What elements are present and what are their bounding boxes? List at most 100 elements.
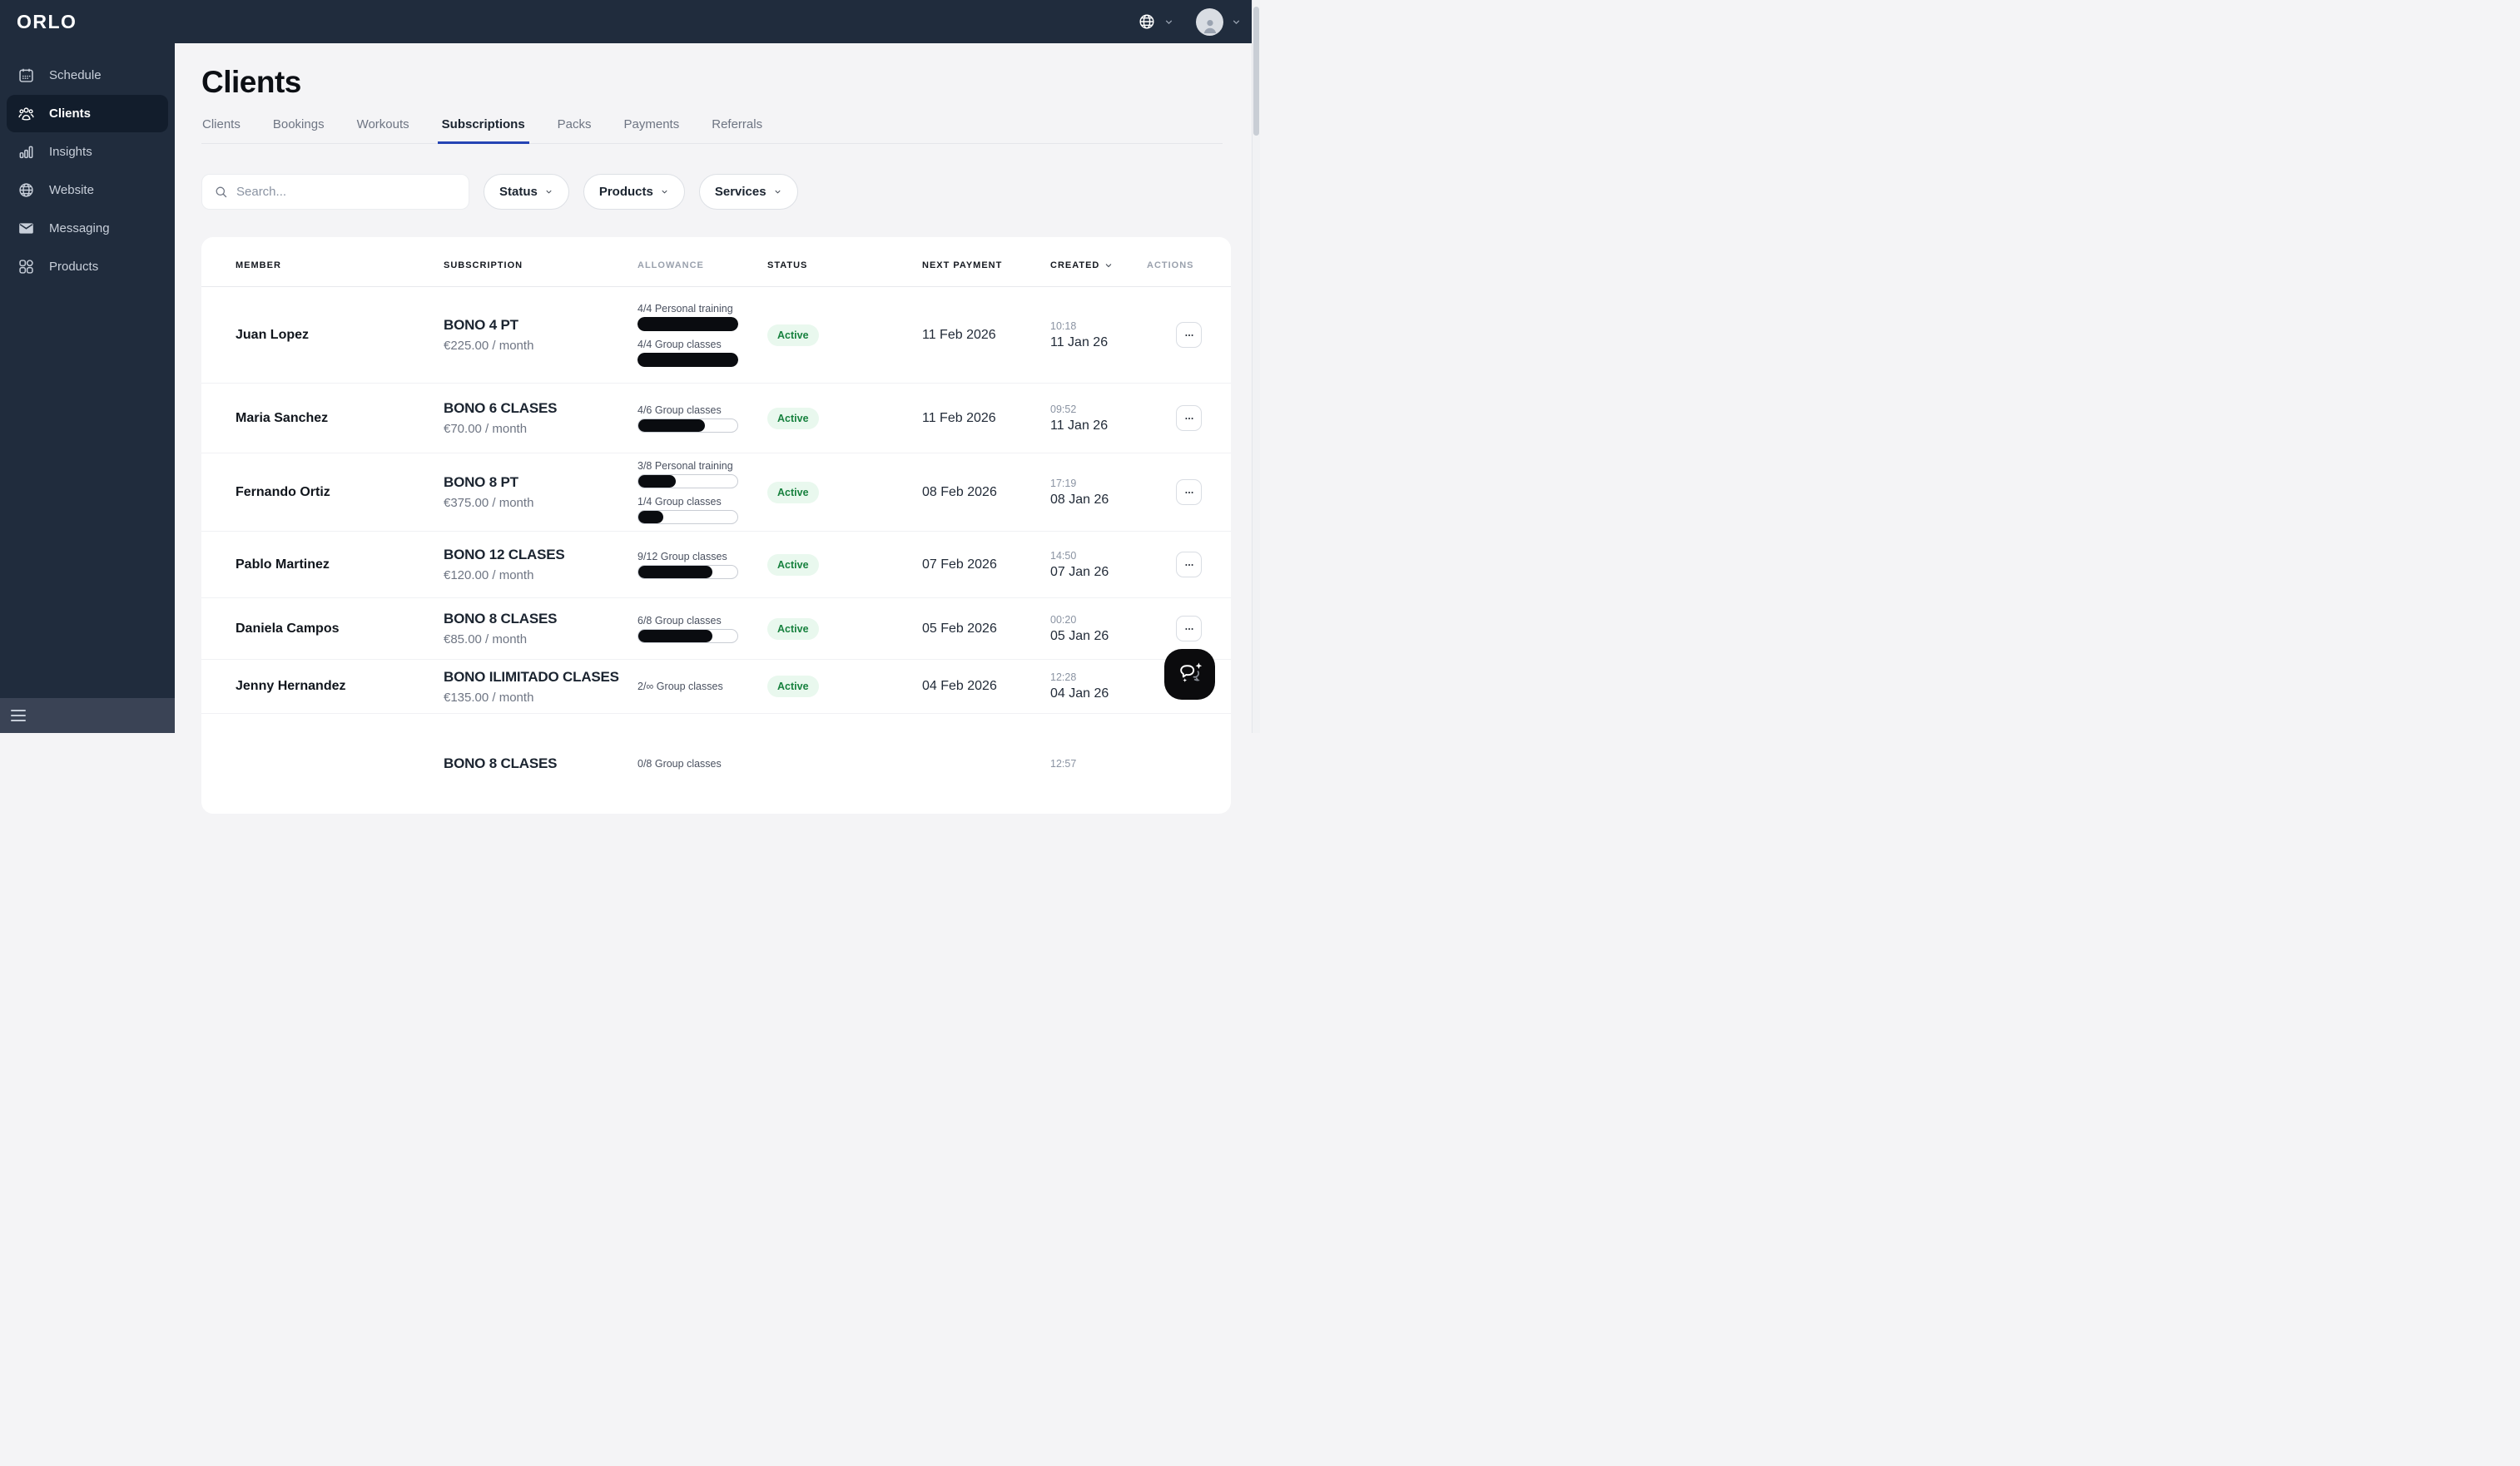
row-actions-button[interactable] (1176, 552, 1202, 577)
table-row[interactable]: BONO 8 CLASES0/8 Group classes12:57 (201, 714, 1231, 814)
created-date: 11 Jan 26 (1050, 419, 1147, 433)
subscription-price: €70.00 / month (444, 422, 637, 436)
tab-bookings[interactable]: Bookings (272, 117, 325, 143)
table-row[interactable]: Fernando OrtizBONO 8 PT€375.00 / month3/… (201, 453, 1231, 532)
sidebar-item-clients[interactable]: Clients (7, 95, 168, 132)
table-body: Juan LopezBONO 4 PT€225.00 / month4/4 Pe… (201, 287, 1231, 814)
created-time: 12:57 (1050, 758, 1147, 770)
tab-clients[interactable]: Clients (201, 117, 241, 143)
chevron-down-icon (1231, 17, 1242, 27)
table-row[interactable]: Daniela CamposBONO 8 CLASES€85.00 / mont… (201, 598, 1231, 660)
row-actions-button[interactable] (1176, 616, 1202, 641)
actions-cell (1147, 552, 1231, 577)
dots-icon (1183, 329, 1196, 342)
status-cell: Active (767, 676, 922, 697)
language-menu-button[interactable] (1138, 12, 1174, 31)
allowance-item: 9/12 Group classes (637, 551, 767, 579)
allowance-item: 2/∞ Group classes (637, 681, 767, 692)
allowance-item: 4/4 Personal training (637, 303, 767, 331)
collapse-sidebar-button[interactable] (11, 710, 26, 721)
sidebar-item-messaging[interactable]: Messaging (7, 210, 168, 247)
account-menu-button[interactable] (1196, 8, 1242, 36)
filter-label: Products (599, 185, 653, 199)
subscription-price: €85.00 / month (444, 632, 637, 646)
chat-fab[interactable] (1164, 649, 1215, 700)
status-badge: Active (767, 482, 819, 503)
page-scrollbar[interactable] (1252, 0, 1260, 733)
status-badge: Active (767, 676, 819, 697)
person-icon (1200, 16, 1220, 36)
table-row[interactable]: Maria SanchezBONO 6 CLASES€70.00 / month… (201, 384, 1231, 453)
tab-packs[interactable]: Packs (557, 117, 593, 143)
sidebar-item-label: Website (49, 183, 94, 197)
filter-buttons: Status Products Services (484, 174, 798, 210)
created-date: 04 Jan 26 (1050, 686, 1147, 701)
subscription-cell: BONO ILIMITADO CLASES€135.00 / month (444, 669, 637, 705)
tab-bar: Clients Bookings Workouts Subscriptions Pack… (201, 117, 1223, 144)
chevron-down-icon (1163, 17, 1174, 27)
allowance-item: 4/6 Group classes (637, 404, 767, 433)
next-payment-date: 11 Feb 2026 (922, 411, 1050, 426)
actions-cell (1147, 405, 1231, 431)
column-header-allowance: ALLOWANCE (637, 260, 767, 270)
created-time: 14:50 (1050, 550, 1147, 562)
column-header-created[interactable]: CREATED (1050, 260, 1147, 270)
created-time: 00:20 (1050, 614, 1147, 626)
status-cell: Active (767, 618, 922, 640)
allowance-progress-fill (637, 317, 738, 331)
services-filter-button[interactable]: Services (699, 174, 798, 210)
search-input[interactable] (236, 185, 457, 199)
status-filter-button[interactable]: Status (484, 174, 569, 210)
scrollbar-thumb[interactable] (1253, 7, 1259, 136)
subscription-name: BONO 12 CLASES (444, 547, 637, 563)
users-icon (17, 105, 35, 122)
tab-workouts[interactable]: Workouts (356, 117, 410, 143)
allowance-label: 3/8 Personal training (637, 460, 767, 472)
allowance-progress-fill (638, 419, 705, 432)
sidebar-item-products[interactable]: Products (7, 248, 168, 285)
created-cell: 12:57 (1050, 758, 1147, 770)
created-cell: 10:1811 Jan 26 (1050, 320, 1147, 350)
table-row[interactable]: Jenny HernandezBONO ILIMITADO CLASES€135… (201, 660, 1231, 714)
actions-cell (1147, 322, 1231, 348)
table-row[interactable]: Juan LopezBONO 4 PT€225.00 / month4/4 Pe… (201, 287, 1231, 384)
grid-icon (17, 258, 35, 275)
sidebar-item-schedule[interactable]: Schedule (7, 57, 168, 94)
products-filter-button[interactable]: Products (583, 174, 685, 210)
allowance-progress-bar (637, 419, 738, 433)
allowance-progress-bar (637, 565, 738, 579)
status-cell: Active (767, 554, 922, 576)
sidebar-item-website[interactable]: Website (7, 171, 168, 209)
actions-cell (1147, 479, 1231, 505)
member-name: Juan Lopez (236, 328, 444, 343)
globe-icon (1138, 12, 1156, 31)
filter-label: Status (499, 185, 538, 199)
sidebar-item-label: Schedule (49, 68, 102, 82)
allowance-cell: 0/8 Group classes (637, 758, 767, 770)
dots-icon (1183, 558, 1196, 572)
row-actions-button[interactable] (1176, 479, 1202, 505)
chat-sparkle-icon (1173, 656, 1207, 692)
created-time: 17:19 (1050, 478, 1147, 489)
column-header-actions: ACTIONS (1147, 260, 1231, 270)
status-cell: Active (767, 324, 922, 346)
tab-subscriptions[interactable]: Subscriptions (441, 117, 526, 143)
allowance-progress-fill (637, 353, 738, 367)
sidebar-item-insights[interactable]: Insights (7, 133, 168, 171)
dots-icon (1183, 412, 1196, 425)
top-bar-controls (1138, 0, 1242, 43)
column-header-label: STATUS (767, 260, 807, 270)
column-header-subscription: SUBSCRIPTION (444, 260, 637, 270)
subscription-name: BONO 8 PT (444, 474, 637, 491)
created-cell: 14:5007 Jan 26 (1050, 550, 1147, 580)
column-header-label: NEXT PAYMENT (922, 260, 1002, 270)
table-row[interactable]: Pablo MartinezBONO 12 CLASES€120.00 / mo… (201, 532, 1231, 598)
tab-referrals[interactable]: Referrals (711, 117, 763, 143)
allowance-progress-fill (638, 566, 712, 578)
tab-payments[interactable]: Payments (623, 117, 681, 143)
row-actions-button[interactable] (1176, 322, 1202, 348)
allowance-label: 4/4 Group classes (637, 339, 767, 350)
sidebar-item-label: Products (49, 260, 98, 274)
subscription-name: BONO 6 CLASES (444, 400, 637, 417)
row-actions-button[interactable] (1176, 405, 1202, 431)
